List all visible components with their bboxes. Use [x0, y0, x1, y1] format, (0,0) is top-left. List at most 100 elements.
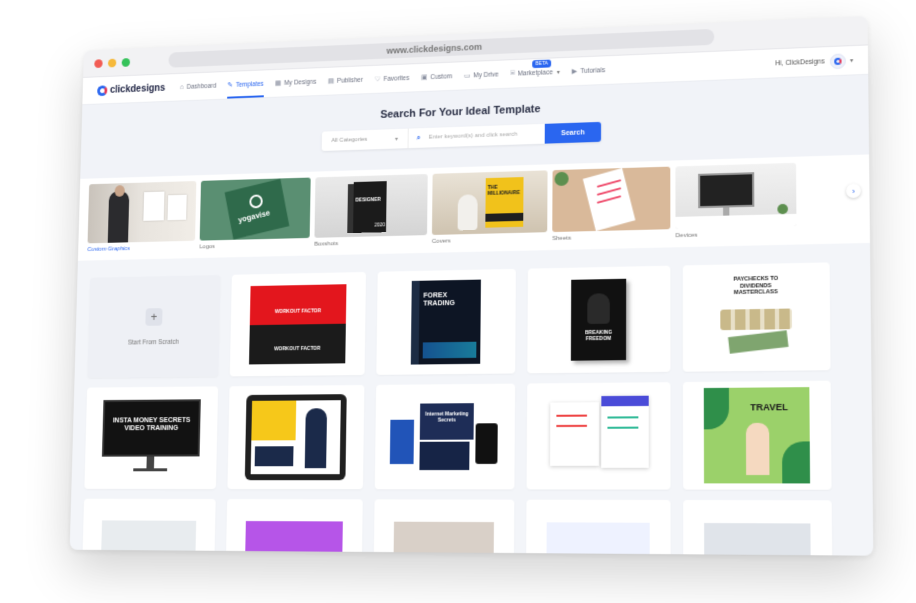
search-button[interactable]: Search — [544, 121, 602, 144]
template-thumbnail: INSTA MONEY SECRETS VIDEO TRAINING — [101, 395, 201, 480]
template-thumbnail: BREAKING FREEDOM — [570, 278, 627, 361]
avatar[interactable] — [829, 52, 846, 69]
category-logos[interactable]: yogavise Logos — [199, 177, 311, 258]
category-thumbnail: THE MILLIONAIRE — [431, 170, 548, 235]
template-card[interactable]: Internet Marketing Secrets — [374, 383, 516, 490]
nav-label: Custom — [430, 72, 453, 81]
nav-my-drive[interactable]: ▭ My Drive — [464, 61, 499, 90]
category-sheets[interactable]: Sheets — [552, 166, 671, 250]
template-card[interactable]: TRAVEL — [682, 380, 832, 490]
home-icon: ⌂ — [179, 83, 184, 91]
template-card[interactable]: BREAKING FREEDOM — [527, 265, 671, 374]
nav-label: My Designs — [283, 78, 317, 87]
nav-publisher[interactable]: ▤ Publisher — [328, 66, 364, 94]
category-label: Devices — [675, 232, 698, 240]
nav-favorites[interactable]: ♡ Favorites — [374, 64, 409, 93]
brand-logo[interactable]: clickdesigns — [97, 83, 165, 96]
heart-icon: ♡ — [374, 76, 381, 84]
template-text: PAYCHECKS TO DIVIDENDS MASTERCLASS — [733, 275, 779, 297]
browser-window: www.clickdesigns.com clickdesigns ⌂ Dashb… — [69, 16, 874, 556]
template-card[interactable] — [373, 499, 515, 556]
nav-label: Dashboard — [186, 82, 217, 91]
category-boxshots[interactable]: DESIGNER 2020 Boxshots — [314, 173, 428, 255]
nav-dashboard[interactable]: ⌂ Dashboard — [180, 72, 217, 100]
nav-marketplace[interactable]: BETA ⌸ Marketplace ▾ — [510, 58, 560, 88]
store-icon: ⌸ — [510, 69, 515, 77]
category-label: Boxshots — [314, 241, 339, 248]
plus-icon: + — [145, 307, 163, 326]
category-label: Sheets — [552, 235, 572, 243]
category-label: Custom Graphics — [87, 246, 131, 253]
template-card[interactable] — [227, 385, 365, 490]
template-thumbnail — [546, 522, 650, 556]
template-text-secondary: WORKOUT FACTOR — [273, 345, 321, 353]
template-text: INSTA MONEY SECRETS VIDEO TRAINING — [112, 417, 191, 433]
search-input[interactable]: ⌕ Enter keyword(s) and click search — [409, 124, 545, 148]
avatar-logo-icon — [834, 57, 842, 65]
template-thumbnail — [244, 521, 343, 556]
category-label: Logos — [199, 244, 215, 251]
search-icon: ⌕ — [416, 133, 421, 143]
nav-label: Tutorials — [580, 66, 606, 75]
scratch-label: Start From Scratch — [127, 338, 179, 346]
template-card[interactable] — [525, 499, 671, 556]
template-thumbnail: TRAVEL — [703, 387, 811, 484]
category-thumbnail — [675, 162, 797, 230]
nav-my-designs[interactable]: ▦ My Designs — [275, 68, 317, 97]
template-grid: + Start From Scratch WORKOUT FACTOR WORK… — [70, 243, 874, 556]
brand-name: clickdesigns — [109, 82, 166, 96]
templates-icon: ✎ — [227, 82, 234, 90]
video-icon: ▶ — [571, 68, 578, 76]
search-placeholder: Enter keyword(s) and click search — [428, 131, 518, 141]
minimize-dot[interactable] — [107, 58, 117, 67]
template-card[interactable]: FOREX TRADING — [376, 268, 516, 375]
chevron-down-icon: ▾ — [394, 136, 398, 143]
template-card[interactable] — [683, 500, 833, 556]
beta-badge: BETA — [532, 59, 552, 69]
category-selected: All Categories — [331, 136, 368, 144]
category-thumbnail: yogavise — [199, 177, 311, 241]
grid-icon: ▦ — [274, 80, 282, 88]
template-card[interactable]: INSTA MONEY SECRETS VIDEO TRAINING — [84, 386, 219, 490]
category-covers[interactable]: THE MILLIONAIRE Covers — [432, 170, 548, 252]
nav-label: My Drive — [473, 70, 499, 79]
nav-label: Favorites — [383, 74, 410, 83]
template-text: TRAVEL — [750, 401, 788, 413]
start-from-scratch-card[interactable]: + Start From Scratch — [87, 275, 221, 378]
category-thumbnail — [552, 166, 671, 233]
maximize-dot[interactable] — [121, 57, 131, 67]
template-text: FOREX TRADING — [423, 292, 455, 308]
template-text: BREAKING FREEDOM — [584, 329, 613, 343]
template-card[interactable]: WORKOUT FACTOR WORKOUT FACTOR — [229, 271, 367, 377]
template-card[interactable] — [81, 498, 216, 556]
template-thumbnail — [542, 394, 655, 479]
chevron-down-icon: ▾ — [556, 69, 560, 76]
category-label: Covers — [431, 238, 451, 245]
window-controls — [94, 57, 131, 68]
category-select[interactable]: All Categories ▾ — [321, 128, 409, 152]
template-thumbnail: FOREX TRADING — [410, 279, 481, 365]
template-thumbnail: Internet Marketing Secrets — [389, 401, 500, 472]
nav-tutorials[interactable]: ▶ Tutorials — [572, 56, 605, 85]
template-thumbnail — [393, 521, 494, 556]
search-bar: All Categories ▾ ⌕ Enter keyword(s) and cl… — [321, 121, 602, 152]
carousel-next-arrow-icon[interactable]: › — [845, 183, 861, 199]
close-dot[interactable] — [94, 58, 103, 68]
template-text: Internet Marketing Secrets — [425, 411, 469, 424]
category-thumbnail — [87, 181, 197, 244]
nav-custom[interactable]: ▣ Custom — [421, 63, 453, 92]
template-thumbnail — [100, 520, 197, 556]
logo-icon — [97, 84, 108, 96]
nav-label: Publisher — [336, 76, 363, 85]
template-thumbnail: WORKOUT FACTOR WORKOUT FACTOR — [249, 284, 347, 365]
template-card[interactable] — [526, 382, 671, 490]
template-thumbnail: PAYCHECKS TO DIVIDENDS MASTERCLASS — [714, 273, 799, 361]
nav-label: Templates — [235, 80, 264, 89]
template-thumbnail — [244, 394, 347, 481]
template-card[interactable]: PAYCHECKS TO DIVIDENDS MASTERCLASS — [682, 262, 831, 372]
nav-templates[interactable]: ✎ Templates — [227, 70, 264, 98]
category-custom-graphics[interactable]: Custom Graphics — [87, 181, 197, 261]
template-card[interactable] — [224, 499, 363, 556]
user-menu[interactable]: Hi, ClickDesigns ▾ — [775, 46, 853, 77]
category-devices[interactable]: Devices — [675, 162, 797, 247]
